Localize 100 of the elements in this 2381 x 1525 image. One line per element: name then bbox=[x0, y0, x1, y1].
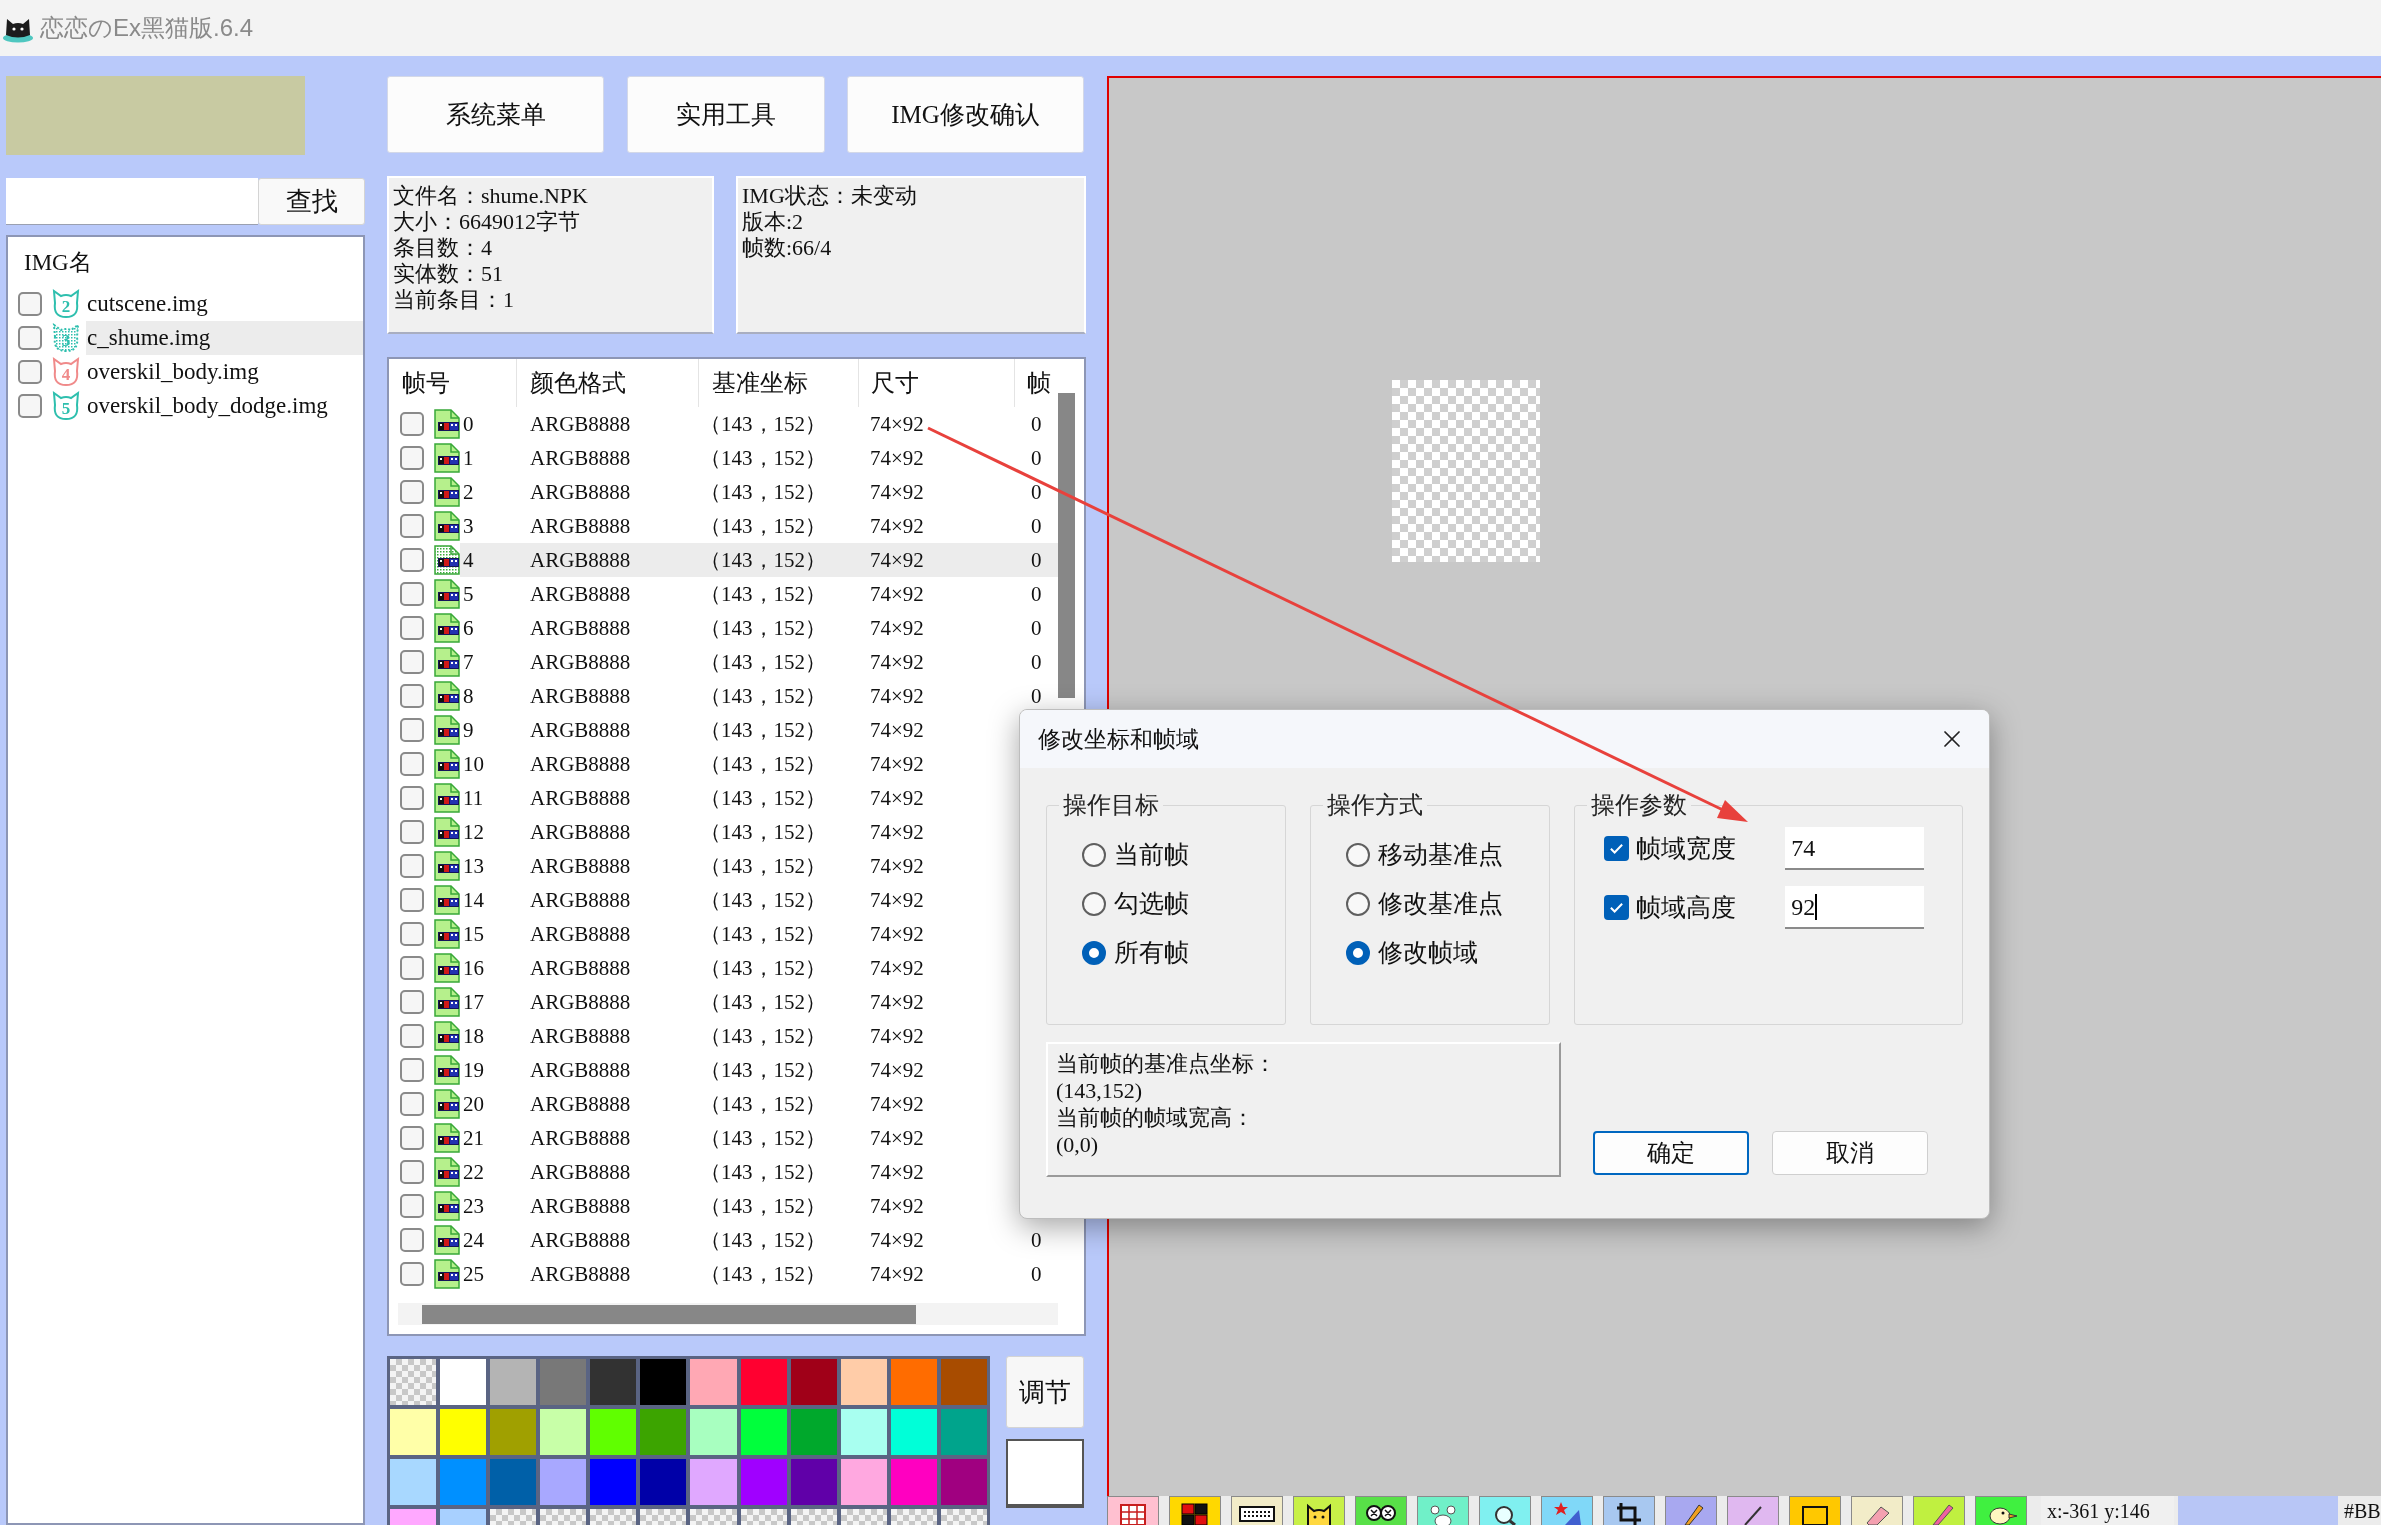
toolbar-button[interactable]: 系统菜单 bbox=[387, 76, 604, 153]
color-swatch-icon[interactable] bbox=[490, 1459, 537, 1505]
checkbox[interactable] bbox=[400, 752, 424, 776]
radio-button[interactable] bbox=[1082, 843, 1106, 867]
star-triangle-icon[interactable] bbox=[1541, 1496, 1593, 1525]
color-swatch-icon[interactable] bbox=[640, 1459, 687, 1505]
frame-row[interactable]: 24 ARGB8888 （143，152） 74×92 0 bbox=[460, 1223, 1058, 1257]
checkbox[interactable] bbox=[400, 1228, 424, 1252]
dialog-button[interactable]: 取消 bbox=[1772, 1131, 1928, 1175]
cat-icon[interactable] bbox=[1293, 1496, 1345, 1525]
transparent-swatch-icon[interactable] bbox=[940, 1509, 987, 1525]
checkbox[interactable] bbox=[400, 548, 424, 572]
eraser-icon[interactable] bbox=[1851, 1496, 1903, 1525]
color-swatch-icon[interactable] bbox=[740, 1409, 787, 1455]
checkbox[interactable] bbox=[400, 820, 424, 844]
color-swatch-icon[interactable] bbox=[940, 1459, 987, 1505]
color-swatch-icon[interactable] bbox=[740, 1359, 787, 1405]
color-swatch-icon[interactable] bbox=[640, 1359, 687, 1405]
img-list-item[interactable]: overskil_body_dodge.img bbox=[86, 389, 363, 423]
img-list-item[interactable]: c_shume.img bbox=[86, 321, 363, 355]
color-swatch-icon[interactable] bbox=[590, 1359, 637, 1405]
radio-button[interactable] bbox=[1082, 941, 1106, 965]
adjust-button[interactable]: 调节 bbox=[1006, 1356, 1084, 1428]
checkbox[interactable] bbox=[400, 956, 424, 980]
number-field[interactable]: 92 bbox=[1785, 886, 1925, 929]
checkbox[interactable] bbox=[1604, 895, 1630, 920]
checkbox[interactable] bbox=[400, 412, 424, 436]
frame-row[interactable]: 1 ARGB8888 （143，152） 74×92 0 bbox=[460, 441, 1058, 475]
frame-row[interactable]: 2 ARGB8888 （143，152） 74×92 0 bbox=[460, 475, 1058, 509]
color-swatch-icon[interactable] bbox=[790, 1409, 837, 1455]
frame-row[interactable]: 8 ARGB8888 （143，152） 74×92 0 bbox=[460, 679, 1058, 713]
radio-button[interactable] bbox=[1346, 843, 1371, 867]
transparent-swatch-icon[interactable] bbox=[790, 1509, 837, 1525]
vertical-scrollbar-thumb[interactable] bbox=[1058, 393, 1075, 698]
checkbox[interactable] bbox=[400, 650, 424, 674]
color-swatch-icon[interactable] bbox=[490, 1359, 537, 1405]
transparent-swatch-icon[interactable] bbox=[390, 1359, 437, 1405]
color-swatch-icon[interactable] bbox=[390, 1509, 437, 1525]
color-swatch-icon[interactable] bbox=[540, 1459, 587, 1505]
checkbox[interactable] bbox=[400, 786, 424, 810]
checkbox[interactable] bbox=[18, 326, 42, 350]
color-swatch-icon[interactable] bbox=[490, 1409, 537, 1455]
color-swatch-icon[interactable] bbox=[690, 1359, 737, 1405]
color-swatch-icon[interactable] bbox=[440, 1359, 487, 1405]
grid-icon[interactable] bbox=[1107, 1496, 1159, 1525]
dialog-button[interactable]: 确定 bbox=[1593, 1131, 1749, 1175]
color-swatch-icon[interactable] bbox=[540, 1409, 587, 1455]
color-swatch-icon[interactable] bbox=[890, 1459, 937, 1505]
transparent-swatch-icon[interactable] bbox=[590, 1509, 637, 1525]
color-swatch-icon[interactable] bbox=[840, 1459, 887, 1505]
color-swatch-icon[interactable] bbox=[840, 1409, 887, 1455]
checkbox[interactable] bbox=[400, 1126, 424, 1150]
transparent-swatch-icon[interactable] bbox=[890, 1509, 937, 1525]
checkbox[interactable] bbox=[18, 360, 42, 384]
frame-row[interactable]: 7 ARGB8888 （143，152） 74×92 0 bbox=[460, 645, 1058, 679]
color-swatch-icon[interactable] bbox=[440, 1509, 487, 1525]
color-swatch-icon[interactable] bbox=[740, 1459, 787, 1505]
checkbox[interactable] bbox=[400, 616, 424, 640]
checkbox[interactable] bbox=[18, 292, 42, 316]
color-swatch-icon[interactable] bbox=[940, 1409, 987, 1455]
transparent-swatch-icon[interactable] bbox=[690, 1509, 737, 1525]
radio-button[interactable] bbox=[1346, 941, 1371, 965]
img-list-item[interactable]: cutscene.img bbox=[86, 287, 363, 321]
color-swatch-icon[interactable] bbox=[690, 1409, 737, 1455]
checkbox[interactable] bbox=[400, 718, 424, 742]
checkbox[interactable] bbox=[400, 684, 424, 708]
pencil-icon[interactable] bbox=[1665, 1496, 1717, 1525]
checkbox[interactable] bbox=[400, 1262, 424, 1286]
transparent-swatch-icon[interactable] bbox=[740, 1509, 787, 1525]
keyboard-icon[interactable] bbox=[1231, 1496, 1283, 1525]
frame-row[interactable]: 5 ARGB8888 （143，152） 74×92 0 bbox=[460, 577, 1058, 611]
frame-row[interactable]: 25 ARGB8888 （143，152） 74×92 0 bbox=[460, 1257, 1058, 1291]
search-button[interactable]: 查找 bbox=[258, 178, 365, 225]
horizontal-scrollbar-thumb[interactable] bbox=[422, 1304, 916, 1324]
crop-icon[interactable] bbox=[1603, 1496, 1655, 1525]
color-blocks-icon[interactable] bbox=[1169, 1496, 1221, 1525]
checkbox[interactable] bbox=[400, 1024, 424, 1048]
search-field[interactable] bbox=[6, 178, 258, 225]
frame-row[interactable]: 4 ARGB8888 （143，152） 74×92 0 bbox=[460, 543, 1058, 577]
img-list-item[interactable]: overskil_body.img bbox=[86, 355, 363, 389]
frame-row[interactable]: 3 ARGB8888 （143，152） 74×92 0 bbox=[460, 509, 1058, 543]
bird-icon[interactable] bbox=[1975, 1496, 2027, 1525]
color-swatch-icon[interactable] bbox=[440, 1409, 487, 1455]
color-swatch-icon[interactable] bbox=[390, 1409, 437, 1455]
color-swatch-icon[interactable] bbox=[940, 1359, 987, 1405]
color-swatch-icon[interactable] bbox=[790, 1359, 837, 1405]
color-swatch-icon[interactable] bbox=[390, 1459, 437, 1505]
checkbox[interactable] bbox=[400, 1058, 424, 1082]
checkbox[interactable] bbox=[400, 1194, 424, 1218]
toolbar-button[interactable]: 实用工具 bbox=[627, 76, 825, 153]
checkbox[interactable] bbox=[400, 480, 424, 504]
color-swatch-icon[interactable] bbox=[890, 1359, 937, 1405]
number-field[interactable]: 74 bbox=[1785, 827, 1925, 870]
checkbox[interactable] bbox=[400, 582, 424, 606]
checkbox[interactable] bbox=[18, 394, 42, 418]
checkbox[interactable] bbox=[400, 1160, 424, 1184]
transparent-swatch-icon[interactable] bbox=[540, 1509, 587, 1525]
eyes-icon[interactable] bbox=[1355, 1496, 1407, 1525]
radio-button[interactable] bbox=[1346, 892, 1371, 916]
color-swatch-icon[interactable] bbox=[640, 1409, 687, 1455]
